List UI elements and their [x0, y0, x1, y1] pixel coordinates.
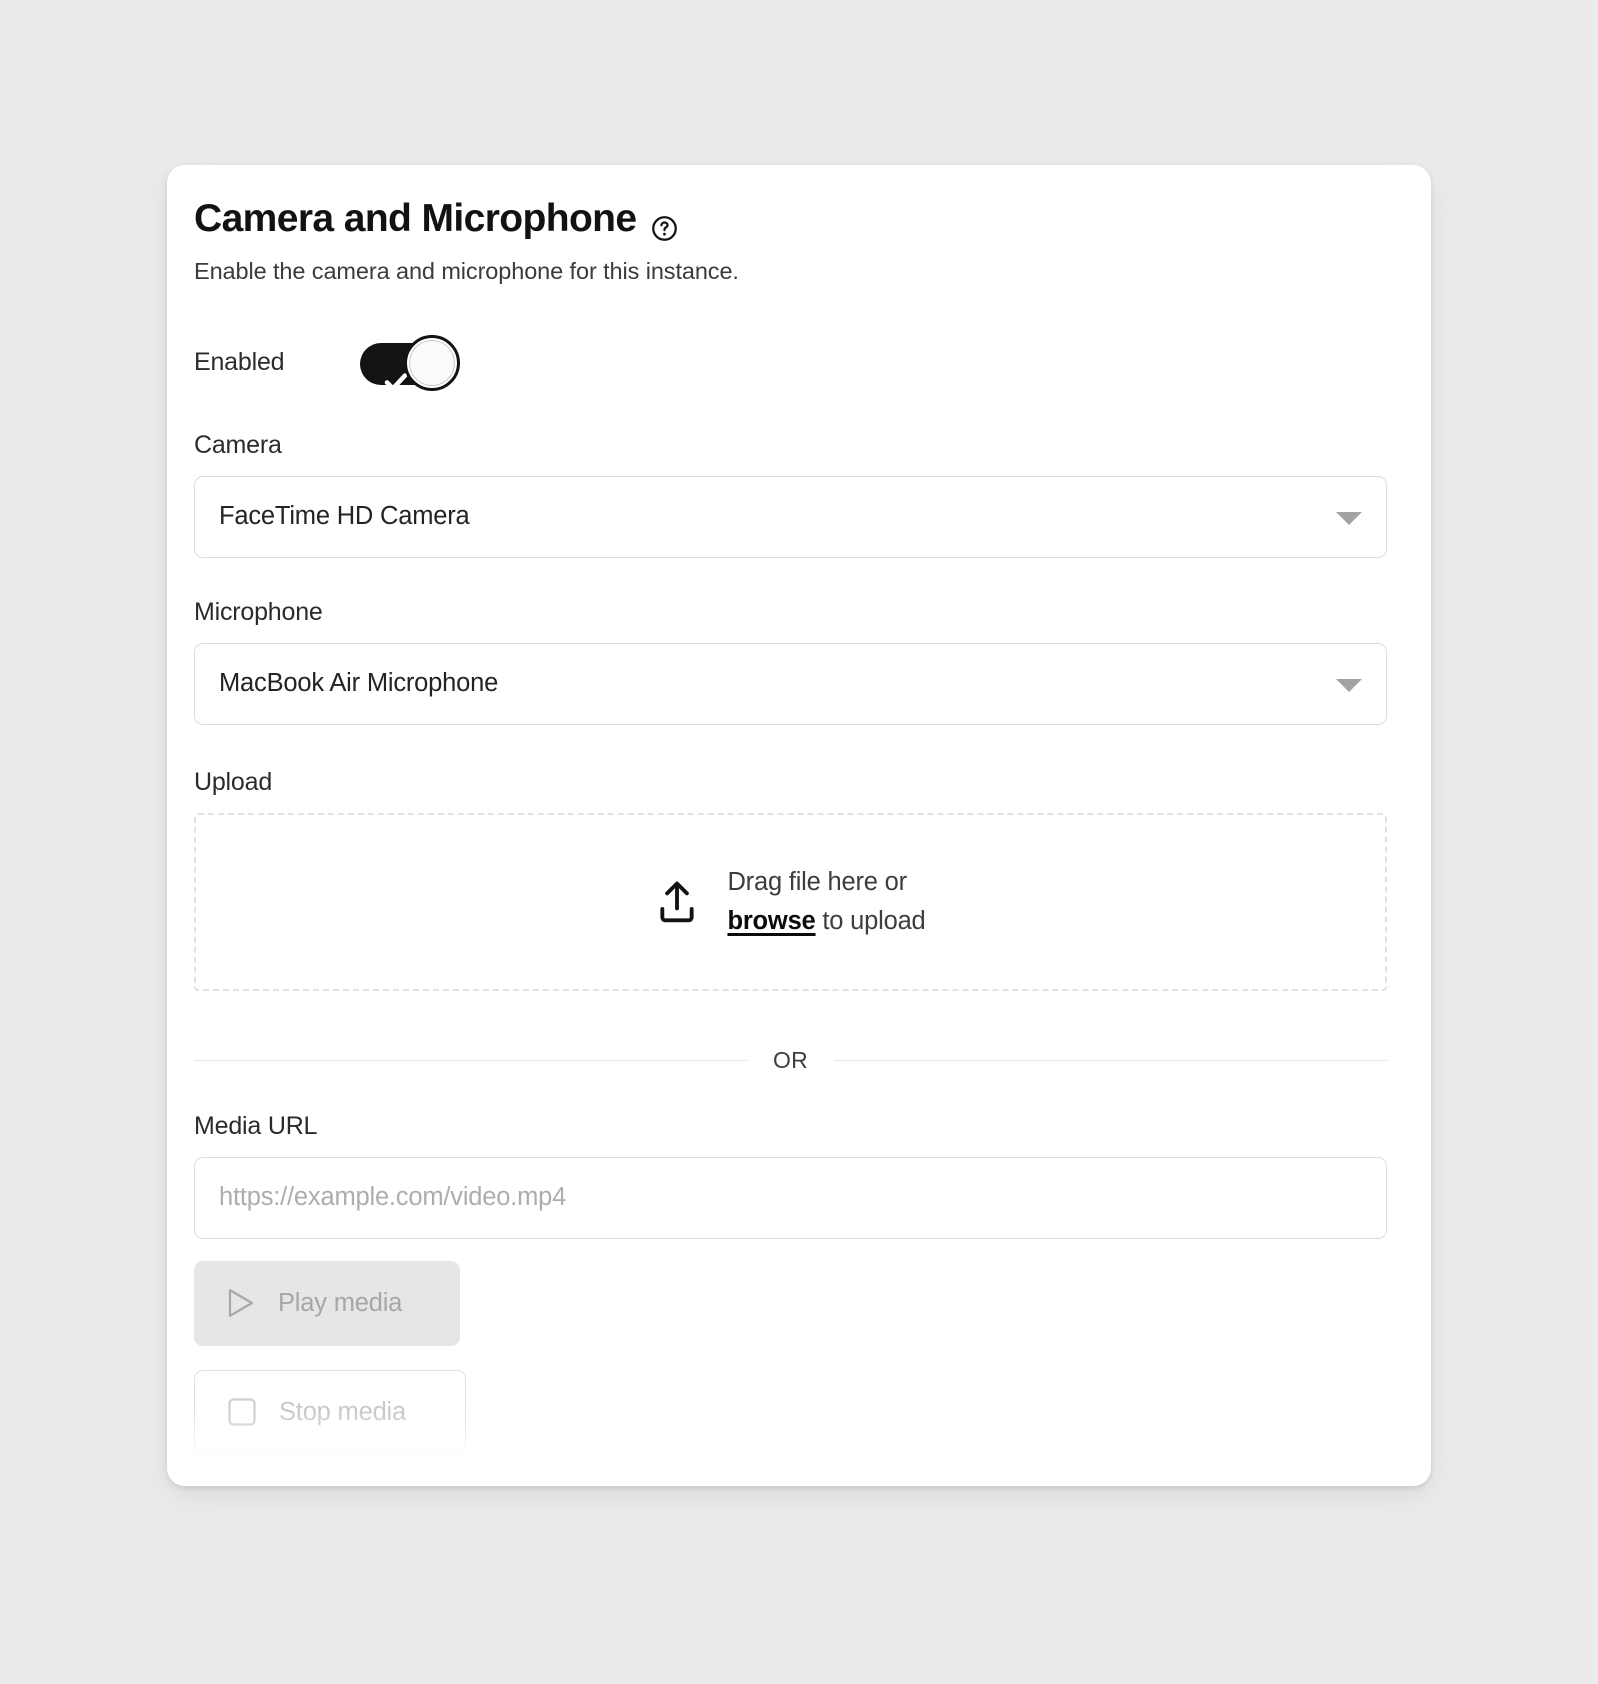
microphone-select[interactable]: MacBook Air Microphone — [194, 642, 1387, 725]
enabled-toggle[interactable] — [360, 334, 460, 391]
microphone-label: Microphone — [194, 597, 323, 626]
chevron-down-icon — [1336, 678, 1362, 692]
page-root: Camera and Microphone Enable the camera … — [0, 0, 1598, 1684]
stop-media-button[interactable]: Stop media — [194, 1369, 466, 1455]
card-header: Camera and Microphone — [194, 197, 1387, 241]
camera-field: Camera FaceTime HD Camera — [194, 431, 1387, 558]
media-url-input[interactable] — [194, 1156, 1387, 1239]
upload-instructions: Drag file here or browse to upload — [727, 863, 925, 941]
divider-label: OR — [773, 1046, 808, 1073]
media-actions: Play media Stop media — [194, 1239, 1387, 1455]
camera-select[interactable]: FaceTime HD Camera — [194, 475, 1387, 558]
microphone-field: Microphone MacBook Air Microphone — [194, 598, 1387, 725]
upload-field: Upload Drag file here or browse to uploa… — [194, 768, 1387, 991]
upload-icon — [655, 878, 699, 926]
divider-line-right — [833, 1059, 1387, 1061]
stop-media-label: Stop media — [279, 1397, 406, 1426]
or-divider: OR — [194, 1047, 1387, 1074]
enabled-toggle-row: Enabled — [194, 334, 1387, 391]
card-subtitle: Enable the camera and microphone for thi… — [194, 257, 739, 284]
camera-select-value: FaceTime HD Camera — [219, 502, 470, 531]
check-icon — [372, 353, 408, 391]
upload-line-2: browse to upload — [727, 902, 925, 941]
upload-line-1: Drag file here or — [727, 867, 907, 896]
upload-label: Upload — [194, 767, 273, 796]
question-circle-icon[interactable] — [651, 209, 678, 241]
play-media-label: Play media — [278, 1288, 403, 1317]
browse-link[interactable]: browse — [727, 907, 815, 935]
divider-line-left — [194, 1059, 748, 1061]
camera-label: Camera — [194, 430, 282, 459]
page-title: Camera and Microphone — [194, 197, 637, 240]
stop-square-icon — [227, 1397, 257, 1427]
chevron-down-icon — [1336, 511, 1362, 525]
microphone-select-value: MacBook Air Microphone — [219, 669, 499, 698]
enabled-label: Enabled — [194, 348, 285, 377]
play-triangle-icon — [226, 1287, 256, 1319]
media-url-field: Media URL — [194, 1112, 1387, 1239]
media-url-label: Media URL — [194, 1111, 318, 1140]
camera-microphone-card: Camera and Microphone Enable the camera … — [167, 165, 1431, 1486]
play-media-button[interactable]: Play media — [194, 1260, 460, 1346]
card-content: Camera and Microphone Enable the camera … — [167, 165, 1431, 1455]
toggle-knob[interactable] — [404, 334, 460, 391]
upload-line-2-suffix: to upload — [815, 906, 926, 935]
upload-dropzone[interactable]: Drag file here or browse to upload — [194, 812, 1387, 991]
